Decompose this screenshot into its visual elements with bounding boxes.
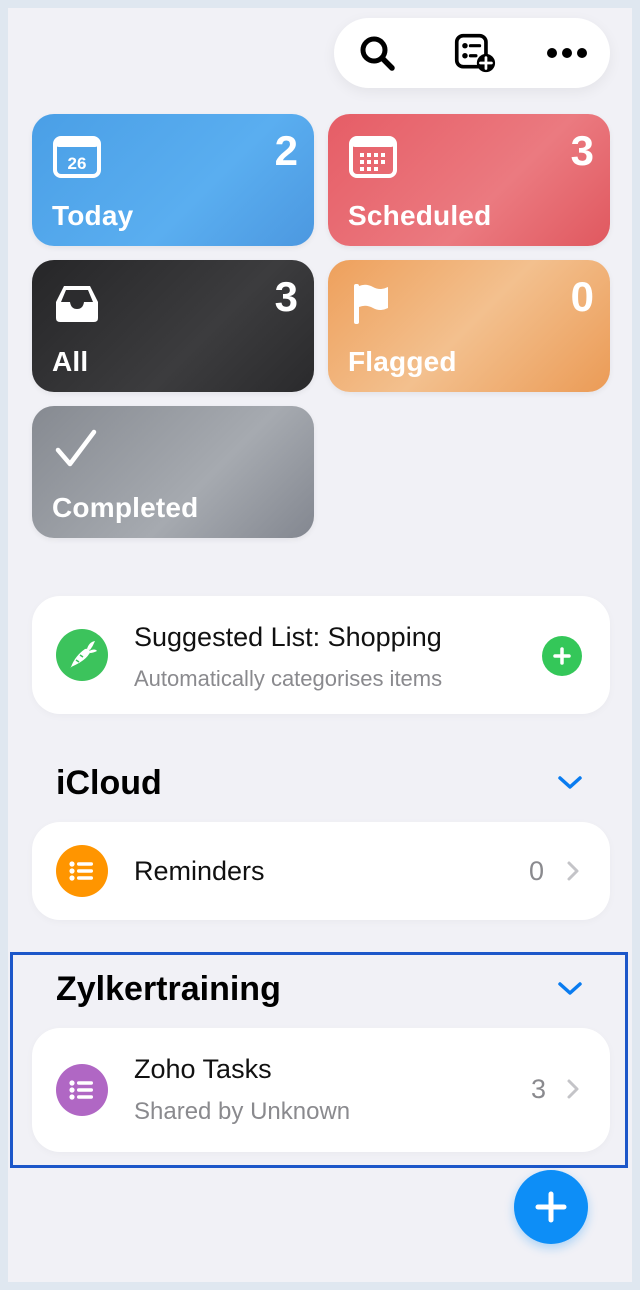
reminders-screen: 26 2 Today 3 Scheduled 3 All 0 Flagged C… [8,8,632,1282]
zoho-tasks-count: 3 [530,1074,546,1104]
search-button[interactable] [356,32,398,74]
all-count: 3 [274,273,298,320]
plus-icon [553,647,571,665]
today-count: 2 [274,127,298,174]
section-header-zylkertraining[interactable]: Zylkertraining [56,970,281,1009]
top-toolbar [334,18,610,88]
suggested-list-card[interactable]: Suggested List: Shopping Automatically c… [32,596,610,714]
reminders-title: Reminders [134,856,265,886]
calendar-26-icon: 26 [53,136,101,178]
search-icon [360,36,395,71]
smart-list-flagged[interactable]: 0 Flagged [328,260,610,392]
zoho-tasks-subtitle: Shared by Unknown [134,1098,351,1125]
smart-list-scheduled[interactable]: 3 Scheduled [328,114,610,246]
smart-list-all[interactable]: 3 All [32,260,314,392]
reminders-count: 0 [528,856,544,886]
chevron-down-icon[interactable] [556,774,584,792]
plus-icon [535,1191,567,1223]
completed-label: Completed [52,492,199,523]
list-bullet-icon [69,1080,93,1100]
chevron-right-icon [567,861,579,881]
carrot-icon [70,641,97,668]
section-header-icloud[interactable]: iCloud [56,764,162,803]
chevron-right-icon [567,1079,579,1099]
more-button[interactable] [546,32,588,74]
suggestion-title: Suggested List: Shopping [134,622,442,652]
list-bullet-icon [69,861,93,881]
list-add-icon [454,33,496,73]
scheduled-label: Scheduled [348,200,492,231]
list-item-reminders[interactable]: Reminders 0 [32,822,610,920]
svg-text:26: 26 [68,154,87,173]
scheduled-count: 3 [570,127,594,174]
today-label: Today [52,200,134,231]
reminders-list-badge [56,845,108,897]
tray-icon [56,286,98,322]
add-suggestion-button[interactable] [542,636,582,676]
zoho-tasks-list-badge [56,1064,108,1116]
smart-list-today[interactable]: 26 2 Today [32,114,314,246]
all-label: All [52,346,89,377]
suggestion-subtitle: Automatically categorises items [134,666,443,691]
new-list-button[interactable] [454,32,496,74]
suggestion-icon-badge [56,629,108,681]
zoho-tasks-title: Zoho Tasks [134,1054,272,1084]
chevron-down-icon[interactable] [556,980,584,998]
flagged-count: 0 [570,273,594,320]
add-reminder-button[interactable] [514,1170,588,1244]
smart-list-completed[interactable]: Completed [32,406,314,538]
flagged-label: Flagged [348,346,457,377]
calendar-icon [349,136,397,178]
ellipsis-icon [547,48,587,58]
flag-icon [354,284,388,324]
list-item-zoho-tasks[interactable]: Zoho Tasks Shared by Unknown 3 [32,1028,610,1152]
checkmark-icon [55,429,97,467]
